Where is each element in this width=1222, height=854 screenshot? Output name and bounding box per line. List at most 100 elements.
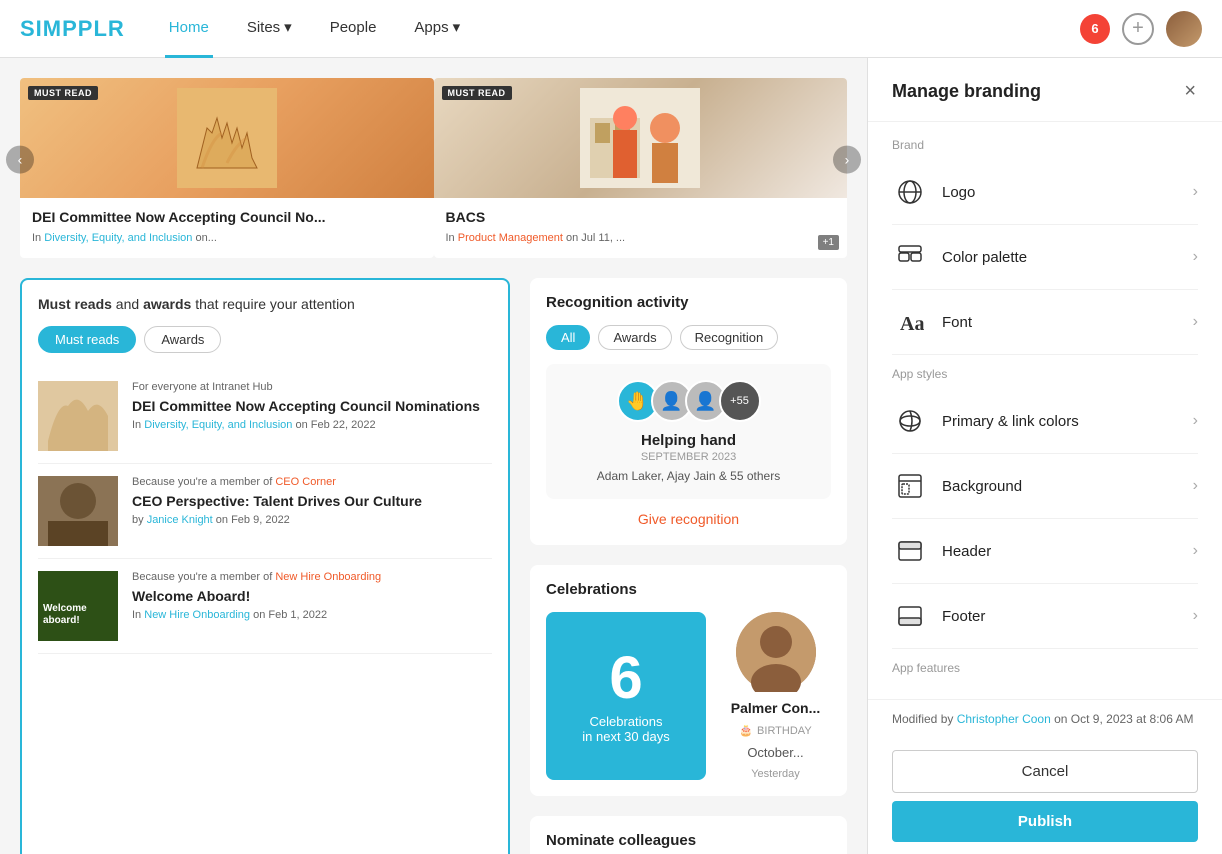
rec-award-name: Helping hand — [562, 432, 815, 449]
must-reads-header: Must reads and awards that require your … — [38, 296, 492, 312]
featured-card-title-1: DEI Committee Now Accepting Council No..… — [32, 208, 422, 226]
svg-text:Aa: Aa — [900, 313, 924, 335]
rec-avatars: 🤚 👤 👤 +55 — [562, 380, 815, 422]
color-palette-icon — [892, 239, 928, 275]
article-item-1: For everyone at Intranet Hub DEI Committ… — [38, 369, 492, 464]
featured-card-link-1[interactable]: Diversity, Equity, and Inclusion — [44, 232, 192, 244]
chevron-right-icon-3: › — [1193, 313, 1198, 331]
celebrations-count-panel: 6 Celebrations in next 30 days — [546, 612, 706, 780]
give-recognition-button[interactable]: Give recognition — [546, 499, 831, 529]
svg-text:Welcome: Welcome — [43, 603, 87, 614]
must-read-badge-2: MUST READ — [442, 86, 512, 100]
publish-button[interactable]: Publish — [892, 801, 1198, 842]
branding-item-logo[interactable]: Logo › — [892, 160, 1198, 225]
brand-section-label: Brand — [892, 138, 1198, 152]
celebrations-count: 6 — [609, 648, 642, 708]
svg-text:aboard!: aboard! — [43, 615, 80, 626]
featured-card-link-2[interactable]: Product Management — [458, 232, 563, 244]
branding-item-color-palette[interactable]: Color palette › — [892, 225, 1198, 290]
nav-people[interactable]: People — [326, 0, 381, 58]
user-avatar[interactable] — [1166, 11, 1202, 47]
person-name: Palmer Con... — [731, 700, 820, 716]
article-context-1: For everyone at Intranet Hub — [132, 381, 492, 393]
primary-link-colors-icon — [892, 403, 928, 439]
background-icon — [892, 468, 928, 504]
must-reads-tabs: Must reads Awards — [38, 326, 492, 353]
article-title-2[interactable]: CEO Perspective: Talent Drives Our Cultu… — [132, 492, 492, 510]
footer-icon — [892, 598, 928, 634]
chevron-right-icon-4: › — [1193, 412, 1198, 430]
tab-must-reads[interactable]: Must reads — [38, 326, 136, 353]
branding-primary-link-label: Primary & link colors — [942, 413, 1193, 430]
manage-branding-panel: Manage branding × Brand Logo › — [867, 58, 1222, 854]
celebrations-label: Celebrations in next 30 days — [582, 714, 669, 744]
plus-badge: +1 — [818, 235, 839, 250]
filter-all[interactable]: All — [546, 325, 590, 350]
article-body-2: Because you're a member of CEO Corner CE… — [132, 476, 492, 546]
featured-card-1[interactable]: MUST READ DEI Committee Now Accepting Co… — [20, 78, 434, 258]
branding-footer: Cancel Publish — [868, 738, 1222, 854]
article-title-3[interactable]: Welcome Aboard! — [132, 587, 492, 605]
branding-item-alerts[interactable]: Alerts › — [892, 683, 1198, 699]
celebrations-title: Celebrations — [546, 581, 831, 598]
header-icon — [892, 533, 928, 569]
branding-item-footer[interactable]: Footer › — [892, 584, 1198, 649]
notification-badge[interactable]: 6 — [1080, 14, 1110, 44]
featured-card-title-2: BACS — [446, 208, 836, 226]
article-context-link-2[interactable]: CEO Corner — [275, 476, 336, 488]
featured-card-2[interactable]: MUST READ +1 BACS In Product Management … — [434, 78, 848, 258]
nominate-card: Nominate colleagues — [530, 816, 847, 854]
branding-modified-info: Modified by Christopher Coon on Oct 9, 2… — [868, 699, 1222, 738]
featured-card-meta-2: In Product Management on Jul 11, ... — [446, 232, 836, 244]
article-link-1[interactable]: Diversity, Equity, and Inclusion — [144, 419, 292, 431]
must-reads-panel: Must reads and awards that require your … — [20, 278, 510, 854]
branding-title: Manage branding — [892, 81, 1041, 102]
modified-by-link[interactable]: Christopher Coon — [957, 712, 1051, 726]
celebrations-inner: 6 Celebrations in next 30 days Palmer Co… — [546, 612, 831, 780]
nav-sites[interactable]: Sites ▾ — [243, 0, 296, 58]
branding-item-background[interactable]: Background › — [892, 454, 1198, 519]
article-thumb-3: Welcomeaboard! — [38, 571, 118, 641]
branding-body: Brand Logo › — [868, 122, 1222, 699]
nav-home[interactable]: Home — [165, 0, 213, 58]
app-header: SIMPPLR Home Sites ▾ People Apps ▾ 6 + — [0, 0, 1222, 58]
carousel-next-button[interactable]: › — [833, 146, 861, 174]
main-nav: Home Sites ▾ People Apps ▾ — [165, 0, 1080, 58]
branding-item-header[interactable]: Header › — [892, 519, 1198, 584]
filter-recognition[interactable]: Recognition — [680, 325, 779, 350]
cancel-button[interactable]: Cancel — [892, 750, 1198, 793]
article-link-2[interactable]: Janice Knight — [147, 514, 213, 526]
branding-header: Manage branding × — [868, 58, 1222, 122]
tab-awards[interactable]: Awards — [144, 326, 221, 353]
logo[interactable]: SIMPPLR — [20, 16, 125, 42]
logo-icon — [892, 174, 928, 210]
right-column: Recognition activity All Awards Recognit… — [530, 278, 847, 854]
article-context-link-3[interactable]: New Hire Onboarding — [275, 571, 381, 583]
article-meta-3: In New Hire Onboarding on Feb 1, 2022 — [132, 609, 492, 621]
close-branding-button[interactable]: × — [1182, 78, 1198, 105]
article-item-3: Welcomeaboard! Because you're a member o… — [38, 559, 492, 654]
article-body-1: For everyone at Intranet Hub DEI Committ… — [132, 381, 492, 451]
chevron-right-icon-7: › — [1193, 607, 1198, 625]
filter-awards[interactable]: Awards — [598, 325, 671, 350]
branding-header-label: Header — [942, 543, 1193, 560]
celebration-person: Palmer Con... 🎂 BIRTHDAY October... Yest… — [720, 612, 831, 780]
branding-logo-label: Logo — [942, 184, 1193, 201]
article-meta-1: In Diversity, Equity, and Inclusion on F… — [132, 419, 492, 431]
rec-people: Adam Laker, Ajay Jain & 55 others — [562, 469, 815, 483]
recognition-filter-tabs: All Awards Recognition — [546, 325, 831, 350]
featured-card-meta-1: In Diversity, Equity, and Inclusion on..… — [32, 232, 422, 244]
nominate-title: Nominate colleagues — [546, 832, 831, 849]
branding-item-font[interactable]: Aa Font › — [892, 290, 1198, 355]
branding-item-primary-link-colors[interactable]: Primary & link colors › — [892, 389, 1198, 454]
rec-date: SEPTEMBER 2023 — [562, 451, 815, 463]
article-title-1[interactable]: DEI Committee Now Accepting Council Nomi… — [132, 397, 492, 415]
add-button[interactable]: + — [1122, 13, 1154, 45]
article-thumb-1 — [38, 381, 118, 451]
font-icon: Aa — [892, 304, 928, 340]
recognition-title: Recognition activity — [546, 294, 831, 311]
nav-apps[interactable]: Apps ▾ — [410, 0, 464, 58]
carousel-prev-button[interactable]: ‹ — [6, 146, 34, 174]
article-link-3[interactable]: New Hire Onboarding — [144, 609, 250, 621]
person-type: 🎂 BIRTHDAY — [739, 724, 811, 737]
